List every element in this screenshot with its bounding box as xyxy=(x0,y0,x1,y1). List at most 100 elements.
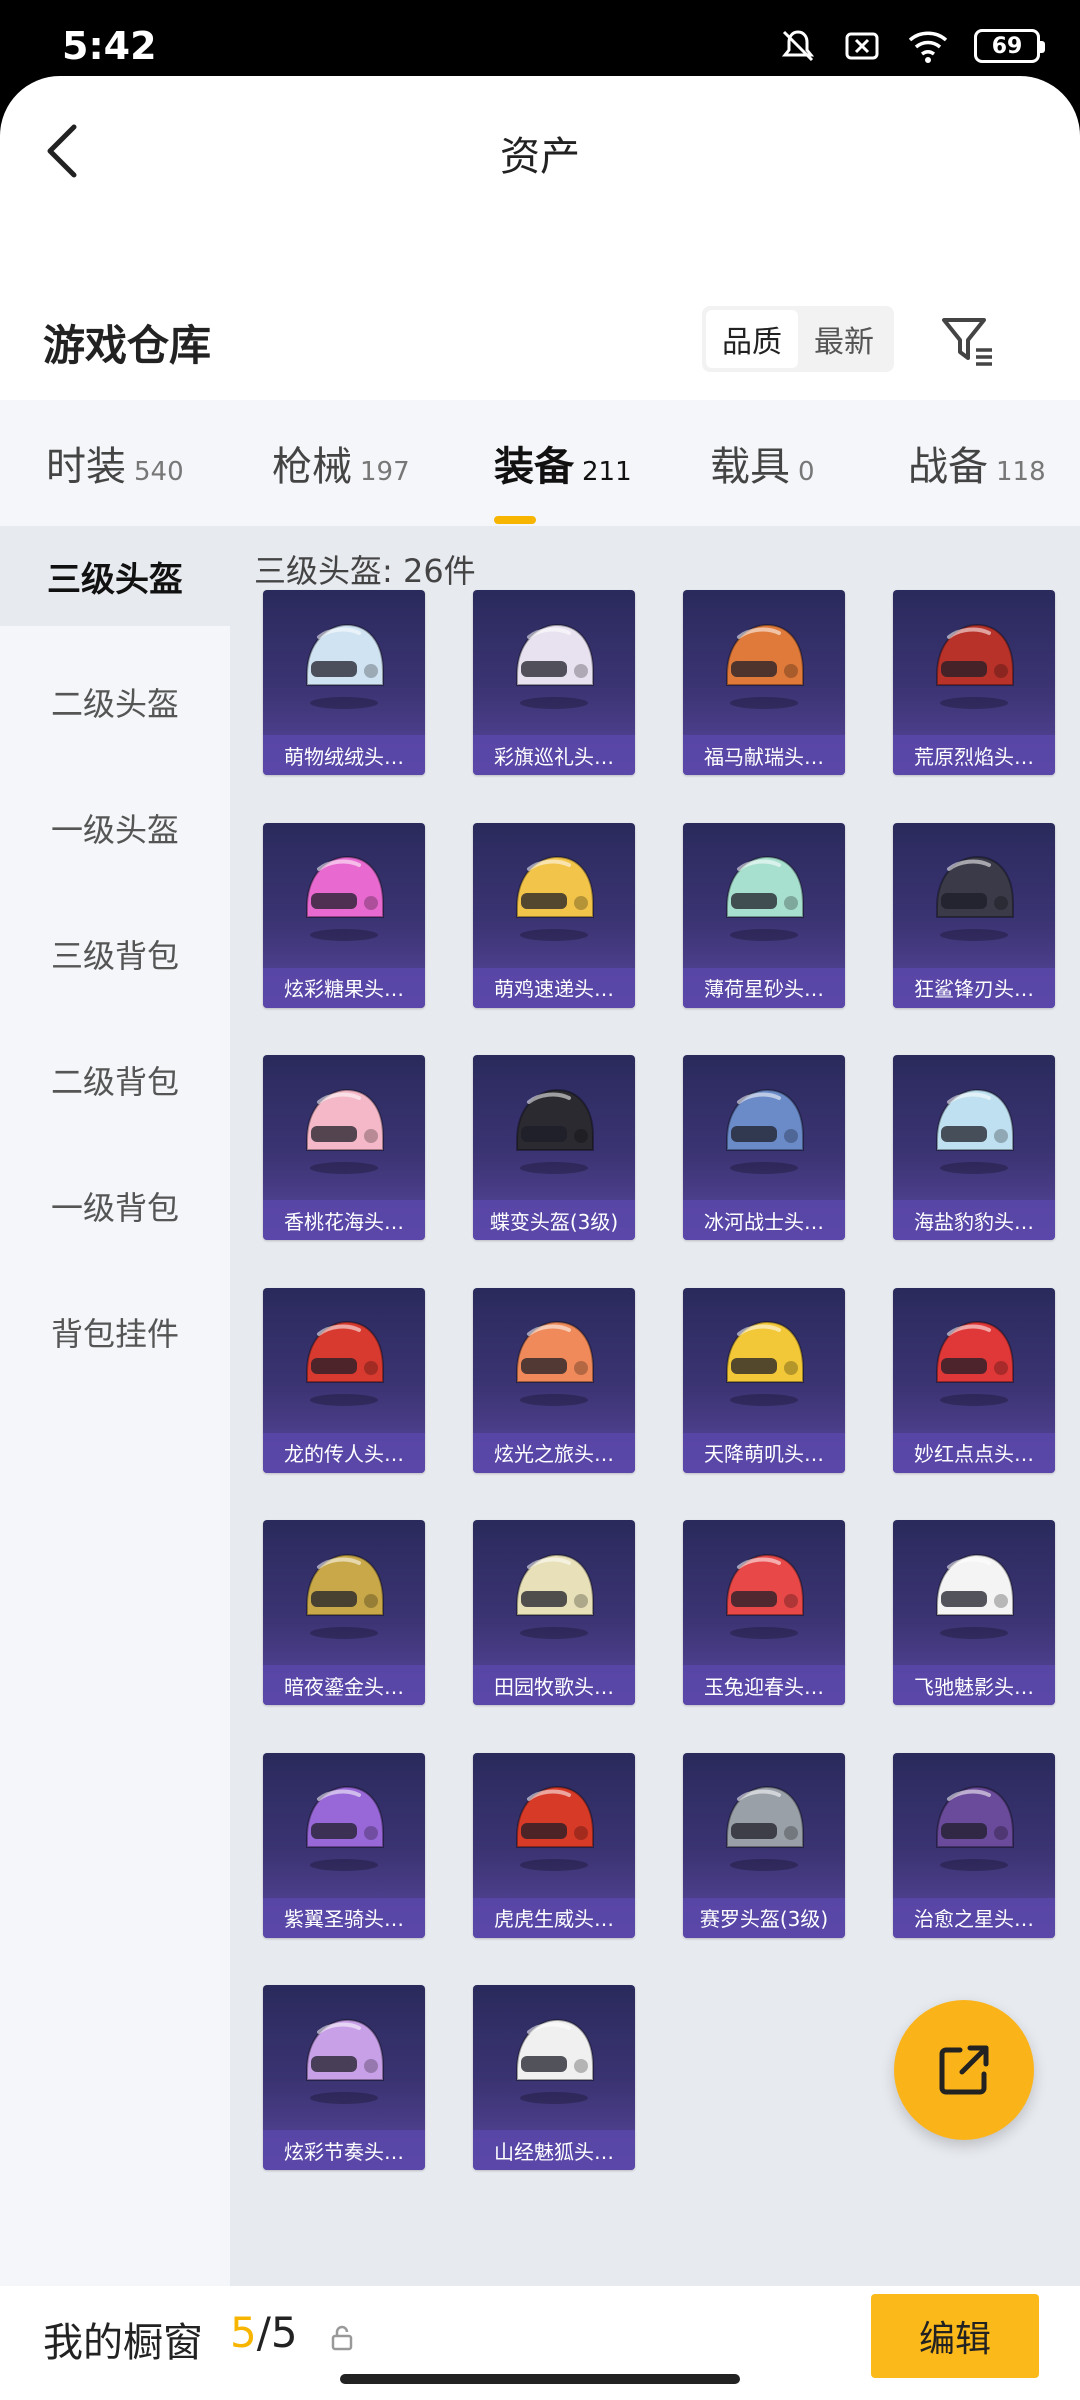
sidebar-item-level3-helmet[interactable]: 三级头盔 xyxy=(0,526,230,626)
subcategory-sidebar: 三级头盔 二级头盔 一级头盔 三级背包 二级背包 一级背包 背包挂件 xyxy=(0,526,230,2286)
mute-icon xyxy=(781,30,815,62)
battery-level: 69 xyxy=(991,33,1023,59)
item-name: 萌鸡速递头… xyxy=(473,967,635,1008)
helmet-icon xyxy=(893,1288,1055,1433)
showcase-label: 我的橱窗 xyxy=(43,2320,203,2366)
item-card[interactable]: 治愈之星头… xyxy=(893,1752,1055,1938)
item-name: 狂鲨锋刃头… xyxy=(893,967,1055,1008)
tab-label: 时装 xyxy=(46,444,126,490)
assets-page: 资产 游戏仓库 品质 最新 时装 540 枪械 197 装备 211 载具 0 战备 11… xyxy=(0,76,1080,2400)
item-name: 炫彩节奏头… xyxy=(263,2130,425,2170)
battery-icon: 69 xyxy=(974,29,1045,63)
item-name: 玉兔迎春头… xyxy=(683,1665,845,1705)
tab-count: 211 xyxy=(582,457,632,487)
sim-off-icon xyxy=(845,32,879,60)
helmet-icon xyxy=(263,1288,425,1433)
item-card[interactable]: 蝶变头盔(3级) xyxy=(473,1055,635,1240)
home-indicator xyxy=(340,2374,740,2384)
item-name: 田园牧歌头… xyxy=(473,1665,635,1705)
item-name: 萌物绒绒头… xyxy=(263,735,425,775)
section-header: 游戏仓库 品质 最新 xyxy=(0,286,1080,386)
tab-fashion[interactable]: 时装 540 xyxy=(46,434,184,492)
share-icon xyxy=(939,2045,989,2095)
item-card[interactable]: 荒原烈焰头… xyxy=(893,590,1055,775)
sidebar-item-level3-backpack[interactable]: 三级背包 xyxy=(0,904,230,1004)
sidebar-item-level1-helmet[interactable]: 一级头盔 xyxy=(0,778,230,878)
item-name: 治愈之星头… xyxy=(893,1897,1055,1938)
tab-equipment[interactable]: 装备 211 xyxy=(494,434,632,492)
item-name: 山经魅狐头… xyxy=(473,2130,635,2170)
tab-count: 197 xyxy=(360,457,410,487)
item-card[interactable]: 炫彩节奏头… xyxy=(263,1985,425,2170)
item-card[interactable]: 炫光之旅头… xyxy=(473,1287,635,1473)
item-card[interactable]: 龙的传人头… xyxy=(263,1287,425,1473)
item-card[interactable]: 萌鸡速递头… xyxy=(473,822,635,1008)
item-name: 荒原烈焰头… xyxy=(893,735,1055,775)
item-name: 蝶变头盔(3级) xyxy=(473,1200,635,1240)
helmet-icon xyxy=(683,590,845,735)
item-card[interactable]: 海盐豹豹头… xyxy=(893,1055,1055,1240)
helmet-icon xyxy=(263,823,425,968)
item-name: 冰河战士头… xyxy=(683,1200,845,1240)
status-icons: 69 xyxy=(778,26,1045,66)
helmet-icon xyxy=(263,590,425,735)
sidebar-item-level2-helmet[interactable]: 二级头盔 xyxy=(0,652,230,752)
share-button[interactable] xyxy=(894,2000,1034,2140)
helmet-icon xyxy=(683,1520,845,1665)
item-card[interactable]: 妙红点点头… xyxy=(893,1287,1055,1473)
helmet-icon xyxy=(893,1055,1055,1200)
lock-icon xyxy=(331,2325,353,2351)
item-card[interactable]: 田园牧歌头… xyxy=(473,1520,635,1705)
helmet-icon xyxy=(263,1055,425,1200)
nav-bar: 资产 xyxy=(0,76,1080,226)
tab-label: 装备 xyxy=(494,444,574,490)
page-title: 资产 xyxy=(500,134,580,180)
status-time: 5:42 xyxy=(62,24,157,68)
item-card[interactable]: 福马献瑞头… xyxy=(683,590,845,775)
helmet-icon xyxy=(473,1288,635,1433)
item-name: 炫彩糖果头… xyxy=(263,967,425,1008)
edit-button[interactable]: 编辑 xyxy=(871,2294,1039,2378)
item-name: 薄荷星砂头… xyxy=(683,967,845,1008)
sidebar-item-level1-backpack[interactable]: 一级背包 xyxy=(0,1156,230,1256)
filter-icon xyxy=(942,318,992,366)
tab-guns[interactable]: 枪械 197 xyxy=(272,434,410,492)
item-card[interactable]: 香桃花海头… xyxy=(263,1055,425,1240)
tab-label: 载具 xyxy=(710,444,790,490)
item-card[interactable]: 飞驰魅影头… xyxy=(893,1520,1055,1705)
item-card[interactable]: 赛罗头盔(3级) xyxy=(683,1752,845,1938)
tab-vehicles[interactable]: 载具 0 xyxy=(710,434,815,492)
sidebar-item-backpack-charm[interactable]: 背包挂件 xyxy=(0,1282,230,1382)
sort-quality-option[interactable]: 品质 xyxy=(706,310,798,368)
item-card[interactable]: 萌物绒绒头… xyxy=(263,590,425,775)
filter-button[interactable] xyxy=(938,312,998,372)
tab-label: 战备 xyxy=(908,444,988,490)
item-card[interactable]: 薄荷星砂头… xyxy=(683,822,845,1008)
item-name: 福马献瑞头… xyxy=(683,735,845,775)
item-card[interactable]: 虎虎生威头… xyxy=(473,1752,635,1938)
item-card[interactable]: 玉兔迎春头… xyxy=(683,1520,845,1705)
item-name: 香桃花海头… xyxy=(263,1200,425,1240)
category-tabs: 时装 540 枪械 197 装备 211 载具 0 战备 118 xyxy=(0,400,1080,526)
item-card[interactable]: 狂鲨锋刃头… xyxy=(893,822,1055,1008)
item-card[interactable]: 山经魅狐头… xyxy=(473,1985,635,2170)
item-card[interactable]: 炫彩糖果头… xyxy=(263,822,425,1008)
warehouse-title: 游戏仓库 xyxy=(43,321,212,370)
tab-count: 540 xyxy=(134,457,184,487)
item-name: 虎虎生威头… xyxy=(473,1897,635,1938)
helmet-icon xyxy=(473,1985,635,2130)
sort-latest-option[interactable]: 最新 xyxy=(798,310,890,368)
sidebar-item-level2-backpack[interactable]: 二级背包 xyxy=(0,1030,230,1130)
helmet-icon xyxy=(893,1520,1055,1665)
tab-label: 枪械 xyxy=(272,444,352,490)
helmet-icon xyxy=(473,1055,635,1200)
item-card[interactable]: 紫翼圣骑头… xyxy=(263,1752,425,1938)
item-name: 赛罗头盔(3级) xyxy=(683,1897,845,1938)
item-card[interactable]: 天降萌叽头… xyxy=(683,1287,845,1473)
showcase-current: 5 xyxy=(230,2308,257,2357)
item-card[interactable]: 冰河战士头… xyxy=(683,1055,845,1240)
tab-supplies[interactable]: 战备 118 xyxy=(908,434,1046,492)
item-card[interactable]: 彩旗巡礼头… xyxy=(473,590,635,775)
item-card[interactable]: 暗夜鎏金头… xyxy=(263,1520,425,1705)
item-name: 妙红点点头… xyxy=(893,1432,1055,1473)
